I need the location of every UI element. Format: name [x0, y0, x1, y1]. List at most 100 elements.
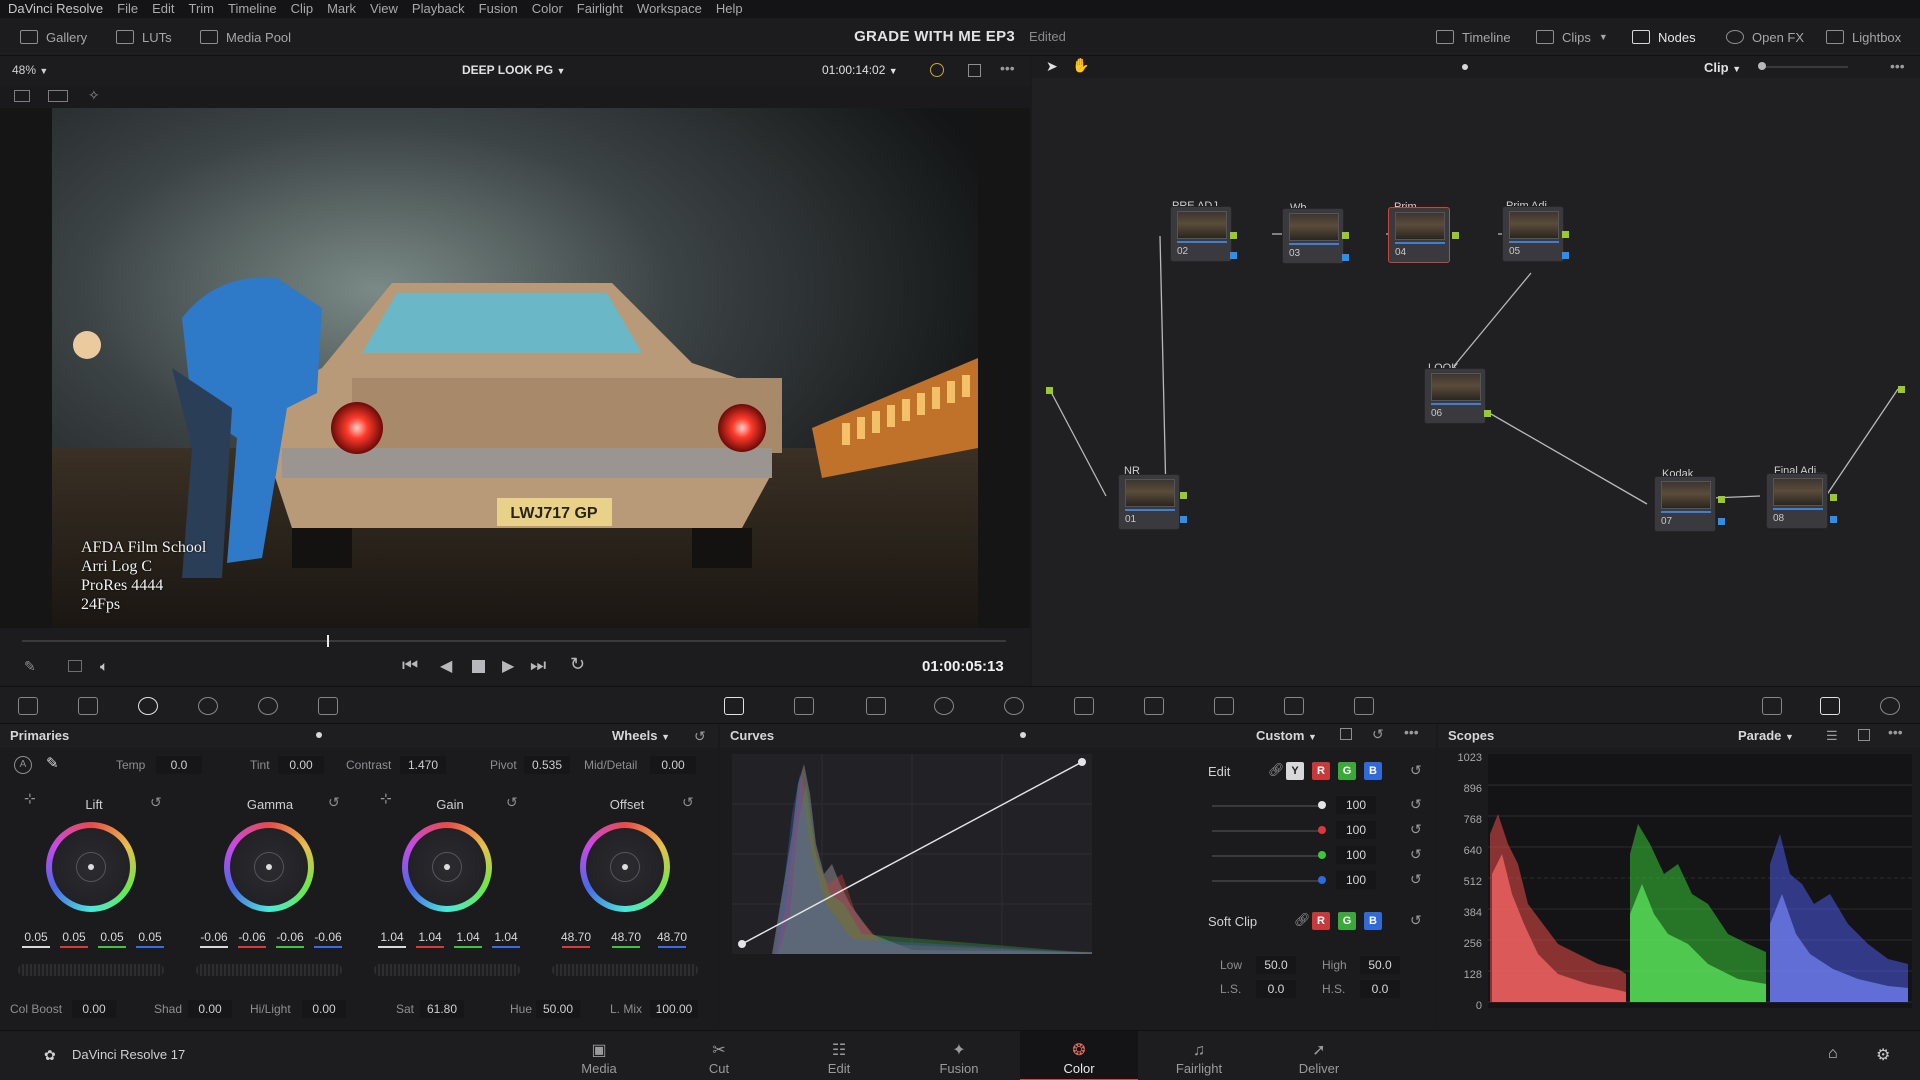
curves-icon[interactable]	[724, 697, 744, 715]
menu-edit[interactable]: Edit	[152, 0, 174, 18]
curves-mode-select[interactable]: Custom ▼	[1256, 728, 1317, 743]
menu-view[interactable]: View	[370, 0, 398, 18]
channel-y-button[interactable]: Y	[1286, 762, 1304, 780]
menu-file[interactable]: File	[117, 0, 138, 18]
node-output-pin[interactable]	[1484, 410, 1491, 417]
gain-b-value[interactable]: 1.04	[488, 930, 524, 944]
scrub-bar[interactable]	[22, 635, 1006, 647]
middetail-field[interactable]: 0.00	[650, 756, 696, 774]
reset-icon[interactable]: ↺	[1410, 796, 1422, 813]
node-key-pin[interactable]	[1342, 254, 1349, 261]
hue-field[interactable]: 50.00	[536, 1000, 580, 1018]
tint-field[interactable]: 0.00	[278, 756, 324, 774]
pick-icon[interactable]: ✎	[24, 658, 36, 675]
3d-icon[interactable]	[1354, 697, 1374, 715]
lift-wheel[interactable]	[46, 822, 136, 912]
node-editor[interactable]: ➤ ✋ Clip ▼ ••• PRE ADJ 02 Wb 03 Prim 04 …	[1032, 56, 1920, 686]
node-output-pin[interactable]	[1230, 232, 1237, 239]
node-key-pin[interactable]	[1230, 252, 1237, 259]
reset-icon[interactable]: ↺	[506, 794, 518, 811]
gamma-b-value[interactable]: -0.06	[310, 930, 346, 944]
offset-b-value[interactable]: 48.70	[654, 930, 690, 944]
magic-mask-icon[interactable]	[1074, 697, 1094, 715]
lightbox-button[interactable]: Lightbox	[1826, 18, 1901, 56]
scope-mode-select[interactable]: Parade ▼	[1738, 728, 1794, 743]
intensity-g-field[interactable]: 100	[1336, 846, 1376, 864]
node-output-pin[interactable]	[1562, 231, 1569, 238]
media-pool-button[interactable]: Media Pool	[200, 18, 291, 56]
intensity-slider-r[interactable]	[1212, 830, 1320, 832]
wheel-puck[interactable]	[444, 864, 450, 870]
clip-name-select[interactable]: DEEP LOOK PG ▼	[462, 63, 565, 77]
gamma-r-value[interactable]: -0.06	[234, 930, 270, 944]
scopes-icon[interactable]	[1820, 697, 1840, 715]
qualifier-icon[interactable]	[866, 697, 886, 715]
colboost-field[interactable]: 0.00	[72, 1000, 116, 1018]
page-fairlight[interactable]: ♫ Fairlight	[1140, 1031, 1258, 1080]
softclip-b-button[interactable]: B	[1364, 912, 1382, 930]
more-icon[interactable]: •••	[1404, 724, 1419, 740]
gallery-button[interactable]: Gallery	[20, 18, 87, 56]
more-icon[interactable]: •••	[1888, 724, 1903, 740]
node-key-pin[interactable]	[1180, 516, 1187, 523]
lift-r-value[interactable]: 0.05	[56, 930, 92, 944]
color-match-icon[interactable]	[78, 697, 98, 715]
sizing-icon[interactable]	[1284, 697, 1304, 715]
gain-r-value[interactable]: 1.04	[412, 930, 448, 944]
node-key-pin[interactable]	[1562, 252, 1569, 259]
refresh-icon[interactable]	[930, 63, 944, 77]
primaries-mode-select[interactable]: Wheels ▼	[612, 728, 670, 743]
wheel-puck[interactable]	[266, 864, 272, 870]
menu-davinci[interactable]: DaVinci Resolve	[8, 0, 103, 18]
intensity-r-field[interactable]: 100	[1336, 821, 1376, 839]
fullscreen-icon[interactable]	[968, 64, 981, 77]
node-final-adj[interactable]: 08	[1766, 473, 1828, 529]
menu-workspace[interactable]: Workspace	[637, 0, 702, 18]
tracker-icon[interactable]	[1004, 697, 1024, 715]
lift-g-value[interactable]: 0.05	[94, 930, 130, 944]
gain-master-wheel[interactable]	[374, 964, 520, 976]
reset-icon[interactable]: ↺	[1410, 846, 1422, 863]
layers-icon[interactable]	[68, 660, 82, 672]
slider-handle[interactable]	[1318, 876, 1326, 884]
lift-y-value[interactable]: 0.05	[18, 930, 54, 944]
more-icon[interactable]: •••	[1000, 60, 1015, 76]
wheel-puck[interactable]	[88, 864, 94, 870]
last-frame-icon[interactable]: ⏭	[530, 655, 546, 676]
lift-picker-icon[interactable]: ⊹	[24, 790, 36, 807]
intensity-b-field[interactable]: 100	[1336, 871, 1376, 889]
expand-icon[interactable]	[1340, 728, 1352, 740]
reset-icon[interactable]: ↺	[1410, 821, 1422, 838]
node-output-pin[interactable]	[1180, 492, 1187, 499]
playhead[interactable]	[327, 635, 330, 647]
scope-settings-icon[interactable]: ☰	[1826, 728, 1838, 744]
lmix-field[interactable]: 100.00	[650, 1000, 698, 1018]
page-cut[interactable]: ✂ Cut	[660, 1031, 778, 1080]
motion-effects-icon[interactable]	[318, 697, 338, 715]
rgb-mixer-icon[interactable]	[258, 697, 278, 715]
play-icon[interactable]: ▶	[502, 656, 514, 676]
clips-button[interactable]: Clips ▼	[1536, 18, 1608, 56]
menu-playback[interactable]: Playback	[412, 0, 465, 18]
zoom-select[interactable]: 48% ▼	[12, 63, 48, 77]
intensity-slider-b[interactable]	[1212, 880, 1320, 882]
reset-icon[interactable]: ↺	[1410, 912, 1422, 929]
source-input-pin[interactable]	[1046, 387, 1053, 394]
gamma-g-value[interactable]: -0.06	[272, 930, 308, 944]
window-icon[interactable]	[934, 697, 954, 715]
gamma-wheel[interactable]	[224, 822, 314, 912]
offset-master-wheel[interactable]	[552, 964, 698, 976]
offset-wheel[interactable]	[580, 822, 670, 912]
sat-field[interactable]: 61.80	[420, 1000, 464, 1018]
softclip-r-button[interactable]: R	[1312, 912, 1330, 930]
timeline-button[interactable]: Timeline	[1436, 18, 1511, 56]
menu-trim[interactable]: Trim	[189, 0, 215, 18]
key-icon[interactable]	[1214, 697, 1234, 715]
node-prim-adj[interactable]: 05	[1502, 206, 1564, 262]
reset-icon[interactable]: ↺	[682, 794, 694, 811]
slider-handle[interactable]	[1318, 826, 1326, 834]
node-output-pin[interactable]	[1718, 496, 1725, 503]
timecode-select[interactable]: 01:00:14:02 ▼	[822, 63, 898, 77]
contrast-field[interactable]: 1.470	[400, 756, 446, 774]
gear-icon[interactable]: ⚙	[1876, 1045, 1890, 1065]
